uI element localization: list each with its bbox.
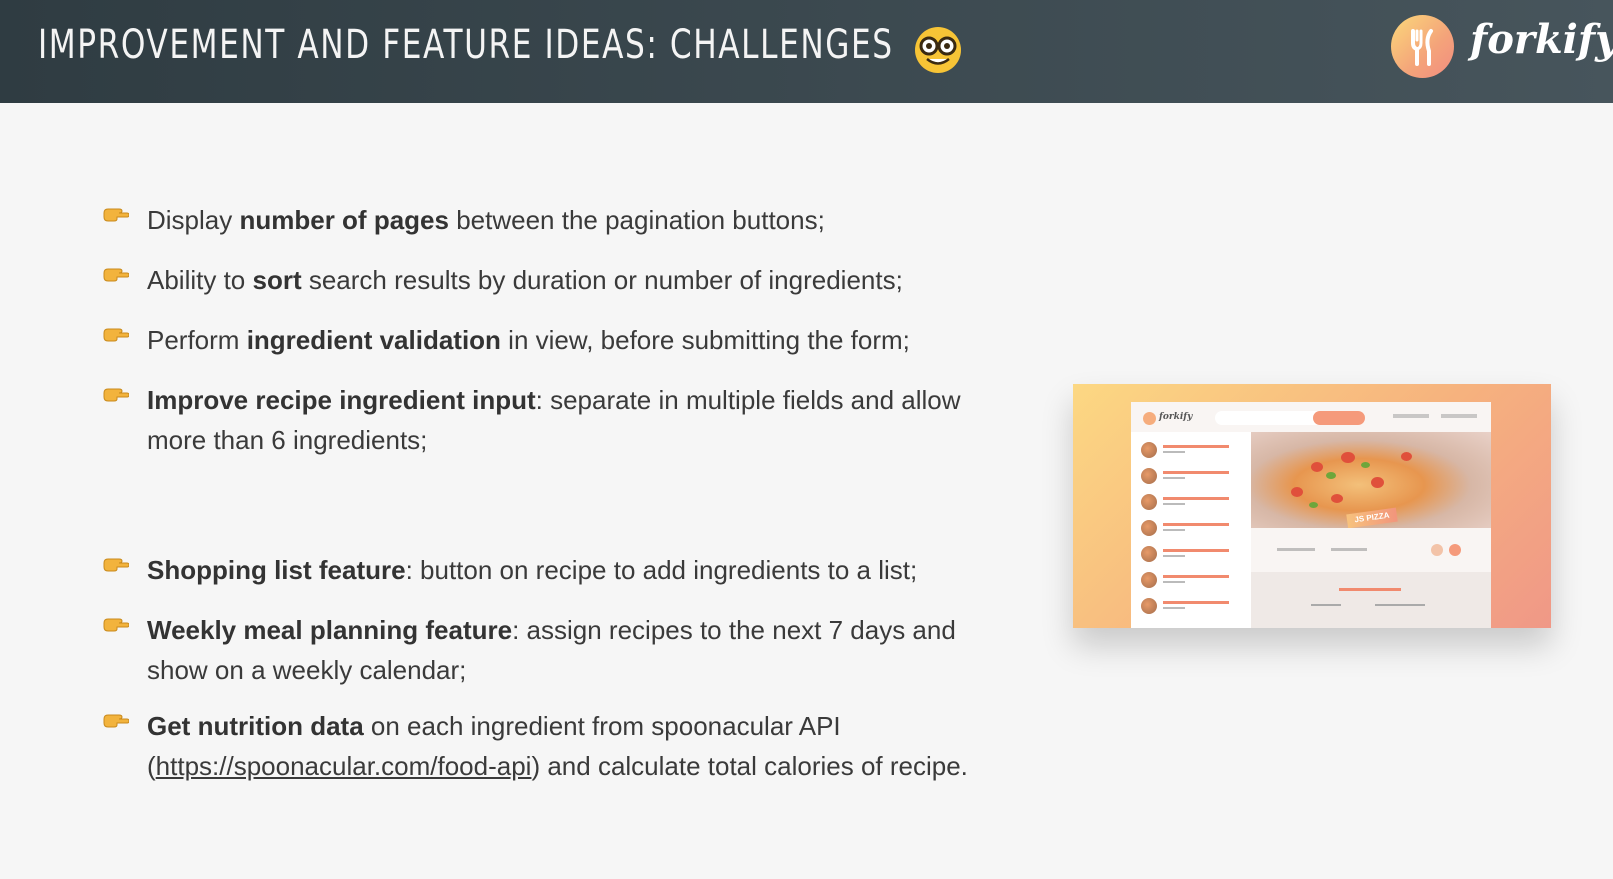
slide-header: Improvement and feature ideas: Challenge… [0, 0, 1613, 103]
bold-phrase: Improve recipe ingredient input [147, 385, 536, 415]
result-row [1141, 492, 1241, 512]
pointing-hand-icon [103, 200, 147, 240]
result-row [1141, 570, 1241, 590]
text-span: : button on recipe to add ingredients to… [405, 555, 918, 585]
bold-phrase: Weekly meal planning feature [147, 615, 513, 645]
bold-phrase: ingredient validation [246, 325, 501, 355]
list-item-text: Improve recipe ingredient input: separat… [147, 380, 1023, 460]
list-item: Weekly meal planning feature: assign rec… [103, 610, 1023, 690]
recipe-info-bar [1251, 528, 1491, 572]
pointing-hand-icon [103, 610, 147, 690]
recipe-title-tag: JS PIZZA [1346, 507, 1398, 529]
bold-phrase: sort [252, 265, 302, 295]
text-span: Perform [147, 325, 247, 355]
app-results-list [1131, 432, 1251, 628]
list-item: Ability to sort search results by durati… [103, 260, 1023, 300]
list-item: Get nutrition data on each ingredient fr… [103, 706, 1023, 786]
recipe-ingredients-panel [1251, 572, 1491, 628]
result-row [1141, 596, 1241, 616]
bold-phrase: number of pages [239, 205, 449, 235]
list-item-text: Display number of pages between the pagi… [147, 200, 825, 240]
bold-phrase: Shopping list feature [147, 555, 406, 585]
result-row [1141, 440, 1241, 460]
bold-phrase: Get nutrition data [147, 711, 364, 741]
forkify-logo-text: forkify [1470, 16, 1613, 63]
app-nav-bookmarks [1441, 414, 1477, 418]
app-logo-icon [1143, 412, 1156, 425]
list-item-text: Ability to sort search results by durati… [147, 260, 903, 300]
app-nav-add-recipe [1393, 414, 1429, 418]
result-row [1141, 518, 1241, 538]
list-item-text: Weekly meal planning feature: assign rec… [147, 610, 1023, 690]
pointing-hand-icon [103, 380, 147, 460]
list-item-text: Get nutrition data on each ingredient fr… [147, 706, 1023, 786]
list-item-text: Shopping list feature: button on recipe … [147, 550, 917, 590]
result-row [1141, 466, 1241, 486]
fork-knife-icon [1411, 29, 1433, 66]
app-search-button [1313, 411, 1365, 425]
api-link[interactable]: https://spoonacular.com/food-api [156, 751, 532, 781]
text-span: Ability to [147, 265, 253, 295]
forkify-logo-icon [1391, 15, 1454, 78]
text-span: ) and calculate total calories of recipe… [531, 751, 968, 781]
pointing-hand-icon [103, 706, 147, 786]
forkify-app-screenshot: forkify JS PIZZA [1073, 384, 1551, 628]
pointing-hand-icon [103, 320, 147, 360]
nerd-face-emoji-icon [915, 27, 961, 73]
app-window: forkify JS PIZZA [1131, 402, 1491, 628]
app-header: forkify [1131, 402, 1491, 432]
app-logo-text: forkify [1159, 412, 1193, 422]
list-item: Shopping list feature: button on recipe … [103, 550, 1023, 590]
text-span: Display [147, 205, 240, 235]
recipe-hero-image: JS PIZZA [1251, 432, 1491, 529]
text-span: in view, before submitting the form; [500, 325, 910, 355]
slide-title: Improvement and feature ideas: Challenge… [38, 22, 894, 68]
pointing-hand-icon [103, 550, 147, 590]
text-span: between the pagination buttons; [448, 205, 825, 235]
list-item: Display number of pages between the pagi… [103, 200, 1023, 240]
list-item: Perform ingredient validation in view, b… [103, 320, 1023, 360]
result-row [1141, 544, 1241, 564]
list-item-text: Perform ingredient validation in view, b… [147, 320, 910, 360]
pointing-hand-icon [103, 260, 147, 300]
list-item: Improve recipe ingredient input: separat… [103, 380, 1023, 460]
text-span: search results by duration or number of … [301, 265, 903, 295]
